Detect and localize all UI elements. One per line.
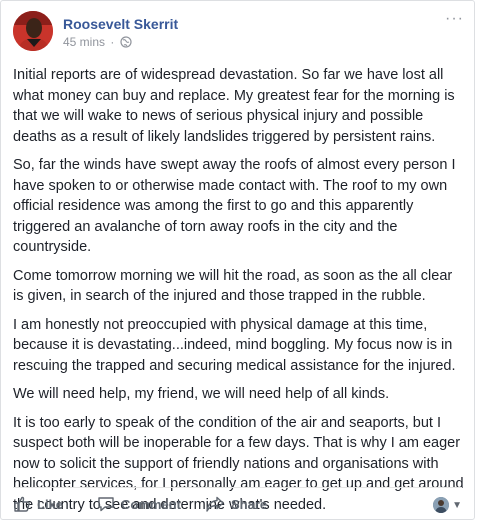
share-arrow-icon	[206, 496, 224, 512]
globe-icon[interactable]	[120, 36, 132, 51]
facebook-post: Roosevelt Skerrit 45 mins · ··· Initial …	[0, 0, 475, 520]
post-paragraph: So, far the winds have swept away the ro…	[13, 157, 456, 255]
action-divider	[13, 487, 462, 488]
like-button[interactable]: Like	[13, 495, 63, 513]
speech-bubble-icon	[98, 497, 114, 512]
viewer-avatar	[433, 497, 450, 513]
post-paragraph: Initial reports are of widespread devast…	[13, 67, 455, 145]
more-options-icon[interactable]: ···	[445, 11, 464, 27]
thumbs-up-icon	[14, 496, 30, 512]
post-paragraph: I am honestly not preoccupied with physi…	[13, 316, 456, 374]
post-body: Initial reports are of widespread devast…	[13, 65, 465, 523]
share-label: Share	[231, 496, 268, 512]
avatar-photo	[13, 11, 53, 51]
comment-label: Comment	[121, 496, 181, 512]
comment-button[interactable]: Comment	[97, 495, 181, 513]
post-paragraph: Come tomorrow morning we will hit the ro…	[13, 267, 453, 305]
audience-selector[interactable]: ▼	[433, 497, 462, 513]
meta-separator: ·	[110, 35, 115, 49]
author-name[interactable]: Roosevelt Skerrit	[63, 16, 178, 32]
post-paragraph: We will need help, my friend, we will ne…	[13, 386, 390, 402]
like-label: Like	[37, 496, 64, 512]
share-button[interactable]: Share	[205, 495, 267, 513]
post-timestamp[interactable]: 45 mins	[63, 35, 105, 49]
post-meta: 45 mins ·	[63, 35, 132, 51]
author-avatar[interactable]	[13, 11, 53, 51]
post-actions: Like Comment Share ▼	[13, 491, 462, 519]
post-header: Roosevelt Skerrit 45 mins · ···	[13, 11, 464, 55]
chevron-down-icon: ▼	[452, 499, 462, 511]
